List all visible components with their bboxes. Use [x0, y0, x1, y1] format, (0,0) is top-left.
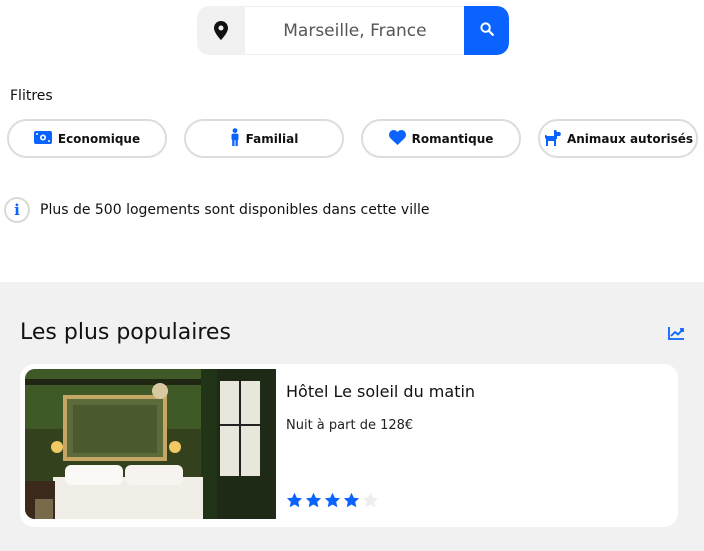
section-title: Les plus populaires — [20, 320, 231, 345]
star-filled-icon — [305, 492, 322, 512]
search-input[interactable] — [245, 6, 465, 55]
hotel-card[interactable]: Hôtel Le soleil du matin Nuit à part de … — [20, 364, 678, 527]
hotel-price: Nuit à part de 128€ — [286, 418, 414, 433]
person-icon — [230, 128, 240, 149]
location-pin-icon — [197, 6, 246, 55]
filter-chip-economique[interactable]: Economique — [7, 119, 167, 158]
filter-chip-familial[interactable]: Familial — [184, 119, 344, 158]
trending-chart-icon[interactable] — [668, 325, 685, 344]
star-filled-icon — [343, 492, 360, 512]
money-bill-icon — [33, 130, 52, 147]
star-filled-icon — [286, 492, 303, 512]
availability-text: Plus de 500 logements sont disponibles d… — [40, 202, 430, 218]
search-button[interactable] — [464, 6, 509, 55]
search-bar — [197, 6, 509, 55]
filter-chip-animaux-autorises[interactable]: Animaux autorisés — [538, 119, 698, 158]
filter-chip-label: Animaux autorisés — [566, 131, 694, 146]
search-icon — [480, 21, 494, 40]
dog-icon — [543, 129, 561, 149]
hotel-photo — [25, 369, 276, 519]
availability-info: i Plus de 500 logements sont disponibles… — [4, 197, 429, 223]
popular-section: Les plus populaires Hôtel Le soleil du m… — [0, 282, 704, 551]
hotel-name: Hôtel Le soleil du matin — [286, 382, 476, 401]
star-empty-icon — [362, 492, 379, 512]
star-filled-icon — [324, 492, 341, 512]
heart-icon — [388, 129, 406, 148]
filter-chip-label: Familial — [245, 131, 299, 146]
filter-chip-label: Economique — [57, 131, 141, 146]
filter-chip-label: Romantique — [411, 131, 494, 146]
rating-stars — [286, 492, 379, 512]
filters-title: Flitres — [10, 88, 53, 104]
info-icon: i — [4, 197, 30, 223]
filter-chip-romantique[interactable]: Romantique — [361, 119, 521, 158]
